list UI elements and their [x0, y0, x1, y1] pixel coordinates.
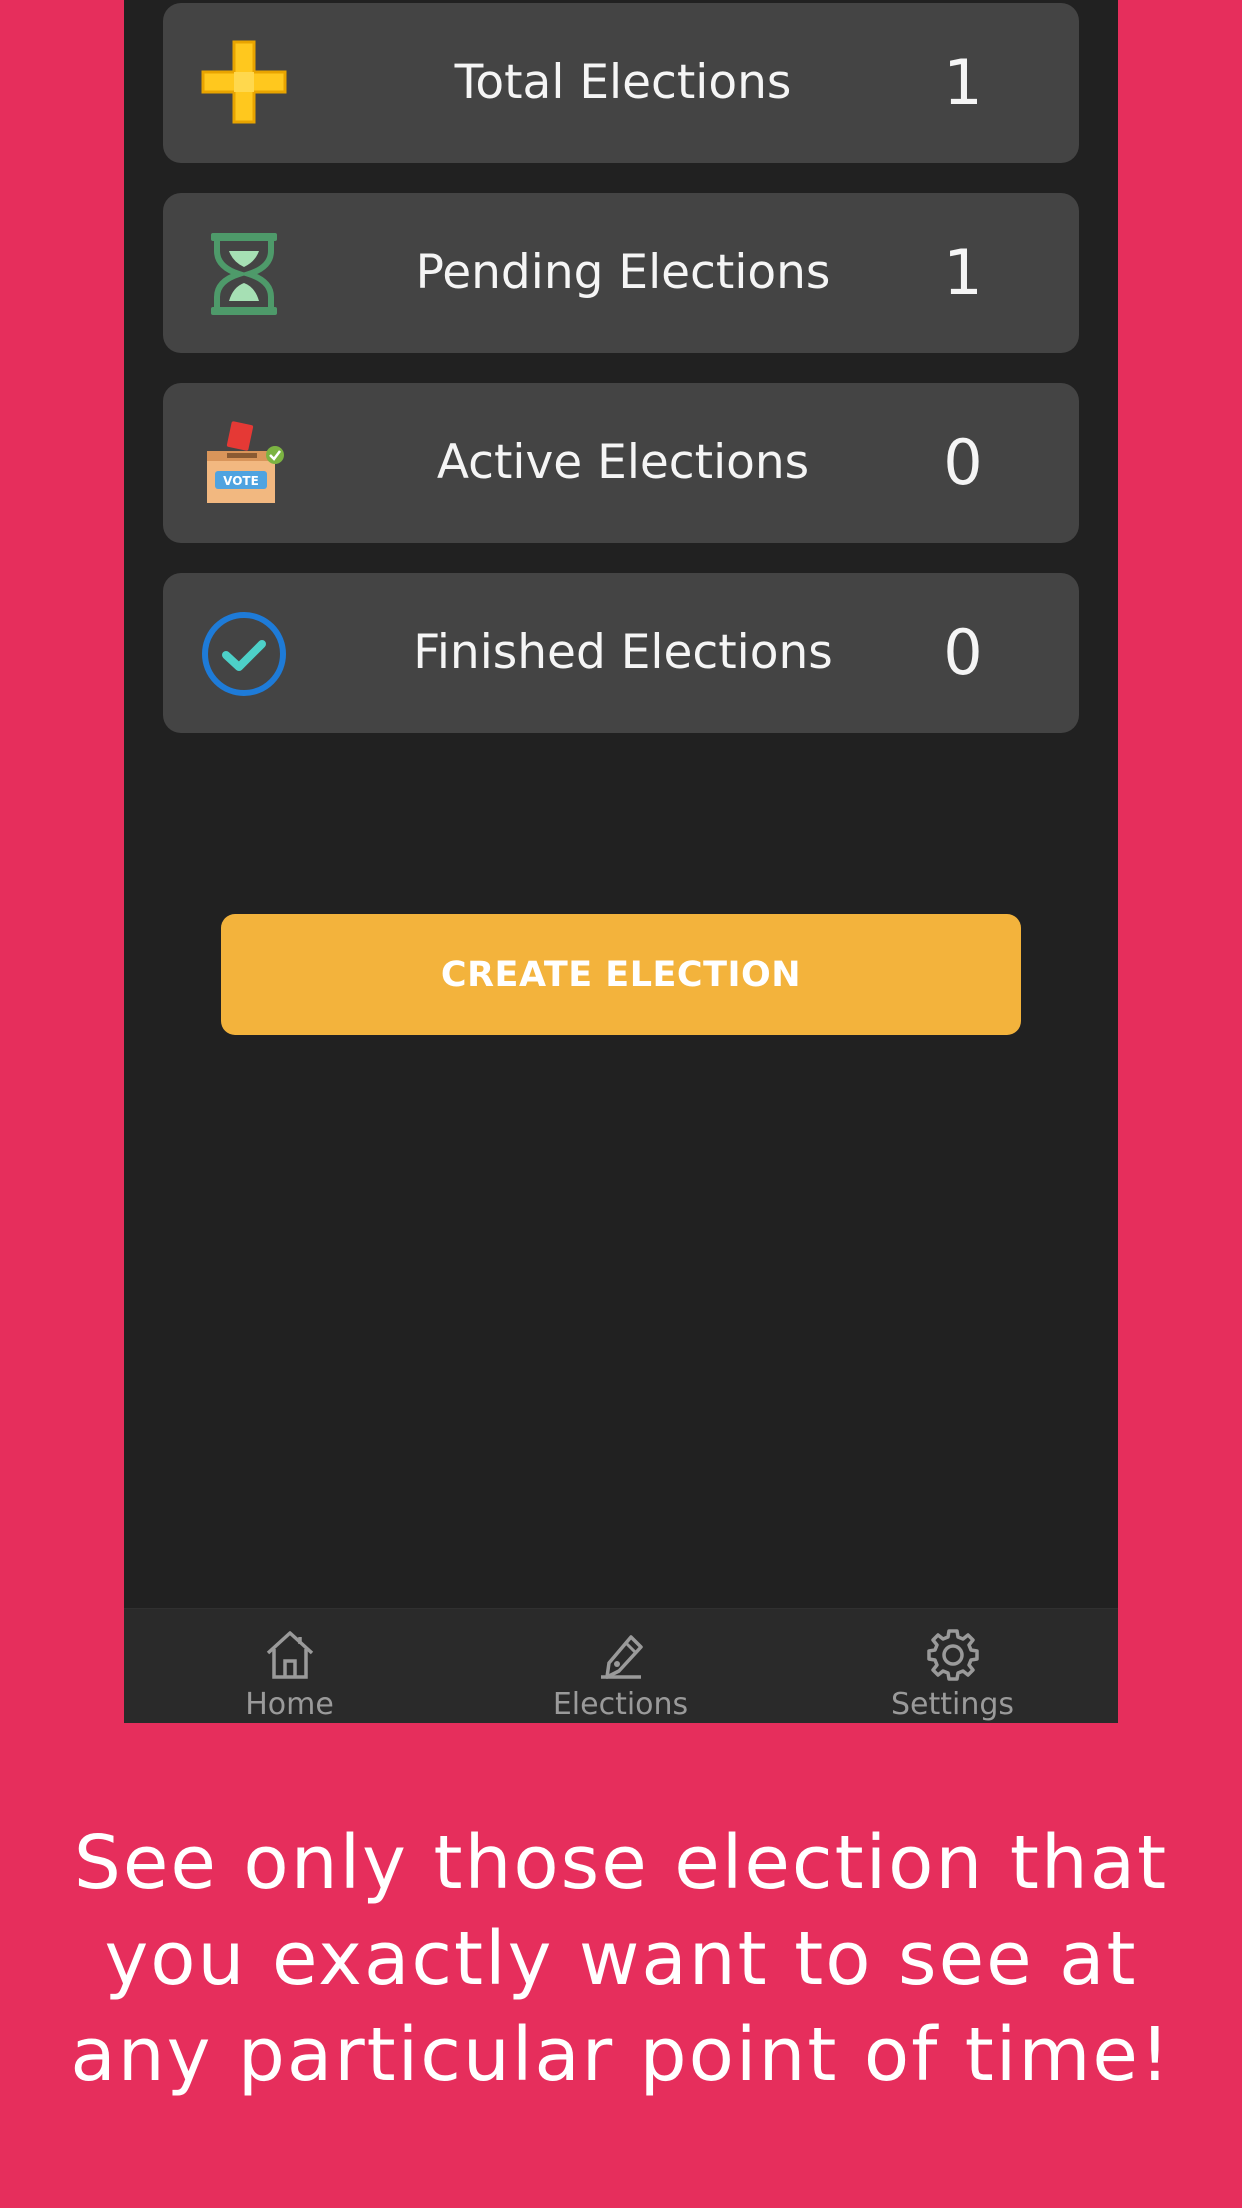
bottom-nav: Home Elections Settings — [124, 1608, 1118, 1723]
plus-icon — [199, 39, 289, 129]
total-elections-count: 1 — [943, 46, 983, 119]
total-elections-card[interactable]: Total Elections 1 — [163, 3, 1079, 163]
active-elections-label: Active Elections — [436, 435, 810, 490]
pending-elections-label: Pending Elections — [415, 245, 831, 300]
check-circle-icon — [199, 609, 289, 699]
nav-home[interactable]: Home — [124, 1609, 455, 1723]
nav-elections[interactable]: Elections — [455, 1609, 786, 1723]
pending-elections-count: 1 — [943, 236, 983, 309]
promo-tagline: See only those election that you exactly… — [70, 1820, 1172, 2098]
ballot-box-text: VOTE — [223, 474, 259, 488]
nav-home-label: Home — [245, 1687, 334, 1722]
finished-elections-label: Finished Elections — [413, 625, 833, 680]
app-screen: Total Elections 1 Pending Elections 1 VO… — [124, 0, 1118, 1723]
pen-icon — [593, 1627, 649, 1683]
hourglass-icon — [199, 229, 289, 319]
gear-icon — [925, 1627, 981, 1683]
create-election-button[interactable]: CREATE ELECTION — [221, 914, 1021, 1035]
active-elections-count: 0 — [943, 426, 983, 499]
home-icon — [262, 1627, 318, 1683]
nav-settings-label: Settings — [890, 1687, 1015, 1722]
active-elections-card[interactable]: VOTE Active Elections 0 — [163, 383, 1079, 543]
finished-elections-card[interactable]: Finished Elections 0 — [163, 573, 1079, 733]
finished-elections-count: 0 — [943, 616, 983, 689]
pending-elections-card[interactable]: Pending Elections 1 — [163, 193, 1079, 353]
total-elections-label: Total Elections — [454, 55, 792, 110]
nav-settings[interactable]: Settings — [787, 1609, 1118, 1723]
ballot-box-icon: VOTE — [199, 419, 289, 509]
nav-elections-label: Elections — [552, 1687, 689, 1722]
